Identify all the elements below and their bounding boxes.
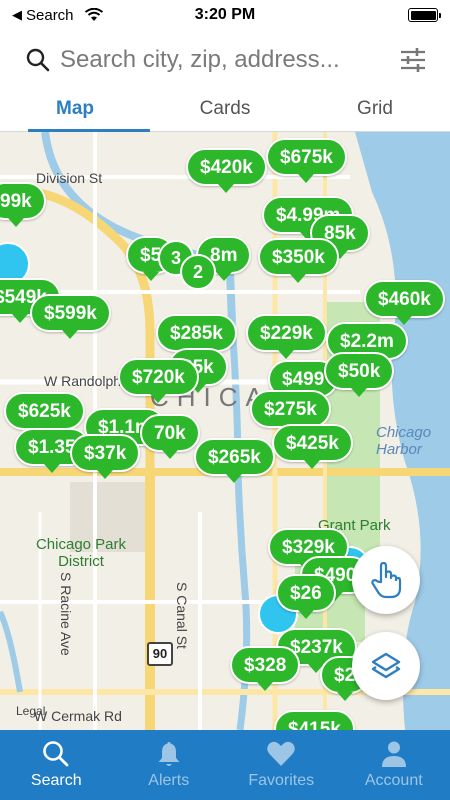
wifi-icon — [84, 8, 103, 21]
price-pin[interactable]: $229k — [246, 314, 327, 359]
nav-label: Search — [30, 772, 82, 789]
status-bar: ◀ Search 3:20 PM — [0, 0, 450, 30]
price-pin[interactable]: $425k — [272, 424, 353, 469]
price-pin[interactable]: $415k — [274, 710, 355, 730]
legal-link[interactable]: Legal — [16, 704, 45, 718]
street-label: Division St — [36, 170, 103, 186]
price-pin[interactable]: $350k — [258, 238, 339, 283]
price-pin[interactable]: $328 — [230, 646, 301, 691]
search-input[interactable]: Search city, zip, address... — [60, 46, 382, 74]
view-tabs: Map Cards Grid — [0, 90, 450, 132]
nav-account[interactable]: Account — [338, 730, 450, 800]
cluster-marker[interactable]: 2 — [180, 254, 216, 290]
street-label: W Cermak Rd — [34, 708, 122, 724]
nav-favorites[interactable]: Favorites — [225, 730, 338, 800]
highway-90-shield: 90 — [147, 642, 173, 666]
layers-icon — [371, 652, 401, 679]
search-bar[interactable]: Search city, zip, address... — [0, 30, 450, 90]
tab-cards[interactable]: Cards — [150, 90, 300, 131]
street-label: W Randolph — [44, 373, 122, 389]
search-icon — [43, 741, 69, 767]
price-pin[interactable]: $675k — [266, 138, 347, 183]
tab-map[interactable]: Map — [0, 90, 150, 132]
price-pin[interactable]: $460k — [364, 280, 445, 325]
tab-grid[interactable]: Grid — [300, 90, 450, 131]
price-pin[interactable]: $720k — [118, 358, 199, 403]
price-pin[interactable]: $599k — [30, 294, 111, 339]
bell-icon — [158, 742, 180, 766]
price-pin[interactable]: $26 — [276, 574, 336, 619]
water-label: Chicago Harbor — [376, 424, 432, 458]
price-pin[interactable]: 70k — [140, 414, 200, 459]
map-view[interactable]: Division St W Randolph W Cermak Rd S Can… — [0, 132, 450, 730]
price-pin[interactable]: $625k — [4, 392, 85, 437]
back-arrow-icon[interactable]: ◀ — [12, 7, 22, 23]
price-pin[interactable]: $265k — [194, 438, 275, 483]
nav-label: Account — [364, 772, 423, 789]
park-label: Chicago Park District — [35, 536, 127, 570]
filter-sliders-icon[interactable] — [398, 45, 428, 75]
price-pin[interactable]: $37k — [70, 434, 141, 479]
nav-alerts[interactable]: Alerts — [113, 730, 226, 800]
street-label: S Racine Ave — [58, 572, 74, 656]
map-layers-button[interactable] — [352, 632, 420, 700]
price-pin[interactable]: $50k — [324, 352, 395, 397]
heart-icon — [267, 741, 295, 766]
bottom-nav: Search Alerts Favorites Account — [0, 730, 450, 800]
search-icon — [26, 48, 50, 72]
battery-icon — [408, 8, 441, 22]
street-label: S Canal St — [174, 582, 190, 649]
price-pin[interactable]: 99k — [0, 182, 46, 227]
person-icon — [381, 741, 406, 767]
price-pin[interactable]: $285k — [156, 314, 237, 359]
price-pin[interactable]: $275k — [250, 390, 331, 435]
hand-pointer-icon — [371, 561, 402, 599]
nav-label: Alerts — [148, 772, 190, 789]
draw-search-button[interactable] — [352, 546, 420, 614]
status-time: 3:20 PM — [194, 6, 256, 23]
back-app-label[interactable]: Search — [26, 7, 74, 24]
nav-label: Favorites — [248, 772, 315, 789]
nav-search[interactable]: Search — [0, 730, 113, 800]
price-pin[interactable]: $420k — [186, 148, 267, 193]
